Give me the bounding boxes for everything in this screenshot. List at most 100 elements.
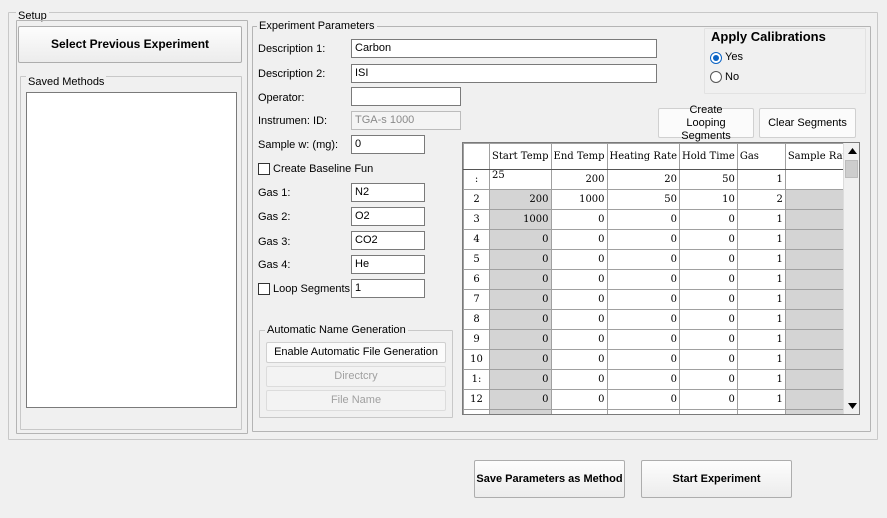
- description2-field[interactable]: ISI: [351, 64, 657, 83]
- hold-time-cell[interactable]: 0: [679, 389, 738, 410]
- segments-vertical-scrollbar[interactable]: [843, 143, 859, 414]
- start-temp-cell[interactable]: 0: [489, 229, 552, 250]
- start-temp-cell[interactable]: 0: [489, 269, 552, 290]
- gas-cell[interactable]: 1: [736, 289, 786, 310]
- start-temp-cell[interactable]: 0: [489, 309, 552, 330]
- create-baseline-run-checkbox[interactable]: [258, 163, 270, 175]
- heating-rate-cell[interactable]: 0: [606, 369, 681, 390]
- start-temp-cell[interactable]: 25: [489, 169, 552, 190]
- start-temp-cell[interactable]: 200: [489, 189, 552, 210]
- segments-grid[interactable]: Start Temp End Temp Heating Rate Hold Ti…: [462, 142, 860, 415]
- row-index[interactable]: 2: [463, 189, 490, 210]
- end-temp-cell[interactable]: 0: [550, 389, 608, 410]
- gas-cell[interactable]: 1: [736, 229, 786, 250]
- sample-weight-field[interactable]: 0: [351, 135, 425, 154]
- calibrations-no-radio[interactable]: [710, 71, 722, 83]
- heating-rate-cell[interactable]: 0: [606, 349, 681, 370]
- table-row[interactable]: [463, 409, 856, 414]
- loop-segments-checkbox[interactable]: [258, 283, 270, 295]
- hold-time-cell[interactable]: 0: [679, 229, 738, 250]
- operator-field[interactable]: [351, 87, 461, 106]
- save-parameters-as-method-button[interactable]: Save Parameters as Method: [474, 460, 625, 498]
- segments-table[interactable]: Start Temp End Temp Heating Rate Hold Ti…: [463, 143, 856, 414]
- end-temp-cell[interactable]: [550, 409, 608, 414]
- end-temp-cell[interactable]: 0: [550, 229, 608, 250]
- table-row[interactable]: 5 0 0 0 0 1 1: [463, 249, 856, 270]
- heating-rate-cell[interactable]: 20: [606, 169, 681, 190]
- table-row[interactable]: 12 0 0 0 0 1 1: [463, 389, 856, 410]
- gas4-field[interactable]: He: [351, 255, 425, 274]
- hold-time-cell[interactable]: 0: [679, 289, 738, 310]
- gas-cell[interactable]: 1: [736, 249, 786, 270]
- row-index[interactable]: 9: [463, 329, 490, 350]
- start-temp-cell[interactable]: 0: [489, 369, 552, 390]
- row-index[interactable]: [463, 409, 490, 414]
- table-row[interactable]: 8 0 0 0 0 1 1: [463, 309, 856, 330]
- gas3-field[interactable]: CO2: [351, 231, 425, 250]
- hold-time-cell[interactable]: 0: [679, 349, 738, 370]
- table-row[interactable]: 3 1000 0 0 0 1 1: [463, 209, 856, 230]
- hold-time-cell[interactable]: 0: [679, 329, 738, 350]
- enable-automatic-file-generation-button[interactable]: Enable Automatic File Generation: [266, 342, 446, 363]
- table-row[interactable]: 6 0 0 0 0 1 1: [463, 269, 856, 290]
- gas-cell[interactable]: 1: [736, 169, 786, 190]
- gas-cell[interactable]: 1: [736, 309, 786, 330]
- end-temp-cell[interactable]: 0: [550, 329, 608, 350]
- table-row[interactable]: 9 0 0 0 0 1 1: [463, 329, 856, 350]
- row-index[interactable]: :: [463, 169, 490, 190]
- end-temp-cell[interactable]: 0: [550, 289, 608, 310]
- hold-time-cell[interactable]: 0: [679, 269, 738, 290]
- gas-cell[interactable]: 1: [736, 329, 786, 350]
- heating-rate-cell[interactable]: 0: [606, 269, 681, 290]
- heating-rate-cell[interactable]: 0: [606, 329, 681, 350]
- end-temp-cell[interactable]: 0: [550, 309, 608, 330]
- create-looping-segments-button[interactable]: Create Looping Segments: [658, 104, 754, 142]
- start-temp-cell[interactable]: 0: [489, 329, 552, 350]
- start-temp-cell[interactable]: 0: [489, 389, 552, 410]
- end-temp-cell[interactable]: 0: [550, 269, 608, 290]
- hold-time-cell[interactable]: 50: [679, 169, 738, 190]
- gas-cell[interactable]: 1: [736, 369, 786, 390]
- heating-rate-cell[interactable]: [606, 409, 681, 414]
- row-index[interactable]: 4: [463, 229, 490, 250]
- table-row[interactable]: 10 0 0 0 0 1 1: [463, 349, 856, 370]
- hold-time-cell[interactable]: 0: [679, 209, 738, 230]
- gas1-field[interactable]: N2: [351, 183, 425, 202]
- description1-field[interactable]: Carbon: [351, 39, 657, 58]
- table-row[interactable]: 1: 0 0 0 0 1 1: [463, 369, 856, 390]
- row-index[interactable]: 10: [463, 349, 490, 370]
- gas2-field[interactable]: O2: [351, 207, 425, 226]
- row-index[interactable]: 7: [463, 289, 490, 310]
- column-header[interactable]: Heating Rate: [606, 143, 681, 170]
- hold-time-cell[interactable]: 0: [679, 369, 738, 390]
- start-temp-cell[interactable]: 0: [489, 289, 552, 310]
- clear-segments-button[interactable]: Clear Segments: [759, 108, 856, 138]
- hold-time-cell[interactable]: 0: [679, 249, 738, 270]
- start-temp-cell[interactable]: 0: [489, 349, 552, 370]
- start-temp-cell[interactable]: 0: [489, 249, 552, 270]
- heating-rate-cell[interactable]: 0: [606, 289, 681, 310]
- heating-rate-cell[interactable]: 0: [606, 309, 681, 330]
- hold-time-cell[interactable]: 10: [679, 189, 738, 210]
- table-row[interactable]: 2 200 1000 50 10 2 1: [463, 189, 856, 210]
- gas-cell[interactable]: 1: [736, 389, 786, 410]
- hold-time-cell[interactable]: 0: [679, 309, 738, 330]
- heating-rate-cell[interactable]: 0: [606, 249, 681, 270]
- column-header[interactable]: Gas: [736, 143, 786, 170]
- end-temp-cell[interactable]: 0: [550, 369, 608, 390]
- heating-rate-cell[interactable]: 0: [606, 389, 681, 410]
- column-header[interactable]: End Temp: [550, 143, 608, 170]
- gas-cell[interactable]: [736, 409, 786, 414]
- column-header[interactable]: Hold Time: [679, 143, 738, 170]
- end-temp-cell[interactable]: 0: [550, 249, 608, 270]
- loop-segments-field[interactable]: 1: [351, 279, 425, 298]
- gas-cell[interactable]: 1: [736, 349, 786, 370]
- table-row[interactable]: 4 0 0 0 0 1 1: [463, 229, 856, 250]
- row-index[interactable]: 12: [463, 389, 490, 410]
- column-header[interactable]: Start Temp: [489, 143, 552, 170]
- hold-time-cell[interactable]: [679, 409, 738, 414]
- select-previous-experiment-button[interactable]: Select Previous Experiment: [18, 26, 242, 63]
- gas-cell[interactable]: 1: [736, 269, 786, 290]
- row-index[interactable]: 5: [463, 249, 490, 270]
- scroll-down-arrow-icon[interactable]: [844, 398, 859, 414]
